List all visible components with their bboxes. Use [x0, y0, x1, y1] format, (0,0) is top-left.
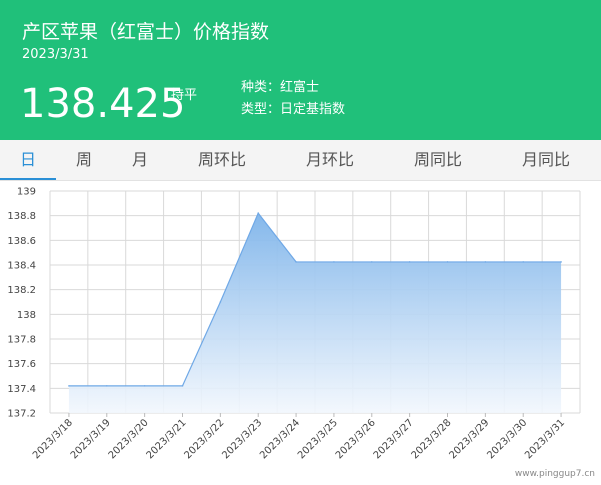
tab-month-over-month[interactable]: 月环比	[300, 140, 360, 180]
data-point	[560, 261, 562, 263]
tab-day[interactable]: 日	[0, 140, 56, 180]
data-point	[408, 261, 411, 263]
data-point	[333, 261, 335, 263]
tab-month[interactable]: 月	[126, 140, 154, 180]
variety-label: 种类：红富士	[241, 80, 320, 95]
data-point	[68, 385, 70, 387]
data-point	[219, 301, 222, 303]
x-tick-label: 2023/3/26	[334, 417, 378, 461]
y-tick-label: 137.8	[7, 335, 36, 346]
tab-month-year-over-year[interactable]: 月同比	[516, 140, 576, 180]
period-tabs: 日 周 月 周环比 月环比 周同比 月同比	[0, 140, 601, 181]
trend-label: 持平	[171, 88, 198, 103]
x-tick-label: 2023/3/21	[145, 417, 189, 461]
data-point	[484, 261, 487, 263]
x-tick-label: 2023/3/19	[69, 417, 113, 461]
data-point	[446, 261, 449, 263]
price-area-chart: 137.2 137.4 137.6 137.8 138 138.2 138.4 138.6 13…	[7, 187, 581, 461]
price-value: 138.425	[20, 81, 186, 127]
y-tick-label: 138.8	[7, 211, 36, 222]
x-tick-label: 2023/3/31	[523, 417, 567, 461]
page-title: 产区苹果（红富士）价格指数	[22, 21, 270, 43]
tab-week-over-week[interactable]: 周环比	[192, 140, 252, 180]
y-tick-label: 138	[17, 310, 36, 321]
x-tick-label: 2023/3/23	[220, 417, 264, 461]
data-point	[181, 385, 184, 387]
date-label: 2023/3/31	[22, 47, 89, 62]
x-tick-label: 2023/3/25	[296, 417, 340, 461]
tab-week[interactable]: 周	[70, 140, 98, 180]
tab-week-year-over-year[interactable]: 周同比	[408, 140, 468, 180]
y-tick-label: 137.6	[7, 359, 36, 370]
y-tick-label: 138.2	[7, 285, 36, 296]
x-tick-label: 2023/3/20	[107, 417, 151, 461]
data-point	[105, 385, 108, 387]
data-point	[257, 212, 260, 214]
index-type-label: 类型：日定基指数	[241, 102, 346, 117]
y-tick-label: 138.6	[7, 236, 36, 247]
watermark: www.pinggup7.cn	[514, 469, 595, 479]
x-tick-label: 2023/3/18	[31, 417, 75, 461]
active-tab-indicator	[0, 178, 56, 180]
y-tick-label: 138.4	[7, 261, 36, 272]
price-index-widget: 产区苹果（红富士）价格指数 2023/3/31 138.425 持平 种类：红富…	[0, 0, 601, 485]
x-tick-label: 2023/3/24	[258, 417, 302, 461]
data-point	[522, 261, 525, 263]
header-panel: 产区苹果（红富士）价格指数 2023/3/31 138.425 持平 种类：红富…	[0, 0, 601, 140]
data-point	[295, 261, 297, 263]
y-axis: 137.2 137.4 137.6 137.8 138 138.2 138.4 138.6 13…	[7, 187, 36, 420]
x-tick-label: 2023/3/29	[447, 417, 491, 461]
x-axis: 2023/3/182023/3/192023/3/202023/3/212023…	[31, 413, 567, 461]
x-tick-label: 2023/3/28	[410, 417, 454, 461]
x-tick-label: 2023/3/22	[182, 417, 226, 461]
data-point	[143, 385, 146, 387]
y-tick-label: 137.4	[7, 384, 36, 395]
y-tick-label: 139	[17, 187, 36, 198]
x-tick-label: 2023/3/27	[372, 417, 416, 461]
x-tick-label: 2023/3/30	[485, 417, 529, 461]
data-point	[370, 261, 373, 263]
y-tick-label: 137.2	[7, 409, 36, 420]
